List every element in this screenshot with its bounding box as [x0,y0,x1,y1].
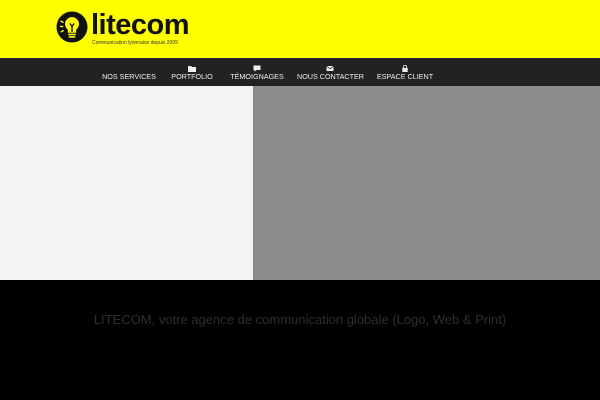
lightbulb-logo-icon [56,11,88,43]
envelope-icon [326,65,334,71]
site-logo[interactable]: litecom Communication lyonnaise depuis 2… [56,9,190,49]
nav-item-nos-services[interactable]: NOS SERVICES [100,58,158,86]
intro-section [0,280,600,400]
nav-item-label: NOUS CONTACTER [297,72,364,81]
hero-panel-right [253,86,600,280]
hero-panel-left [0,86,253,280]
nav-item-portfolio[interactable]: PORTFOLIO [167,58,217,86]
nav-item-espace-client[interactable]: ESPACE CLIENT [375,58,435,86]
nav-item-label: PORTFOLIO [171,72,213,81]
nav-item-nous-contacter[interactable]: NOUS CONTACTER [297,58,364,86]
logo-wordmark: litecom [91,9,190,41]
nav-item-label: TÉMOIGNAGES [230,72,284,81]
nav-item-temoignages[interactable]: TÉMOIGNAGES [228,58,286,86]
main-navigation: NOS SERVICES PORTFOLIO TÉMOIGNAGES NOUS … [0,58,600,86]
nav-item-label: NOS SERVICES [102,72,156,81]
speech-bubble-icon [253,65,261,72]
lock-icon [402,65,408,72]
site-header: litecom Communication lyonnaise depuis 2… [0,0,600,58]
folder-icon [188,66,196,72]
nav-item-label: ESPACE CLIENT [376,72,434,81]
page-headline: LITECOM, votre agence de communication g… [93,312,507,327]
logo-tagline: Communication lyonnaise depuis 2009 [92,40,178,46]
